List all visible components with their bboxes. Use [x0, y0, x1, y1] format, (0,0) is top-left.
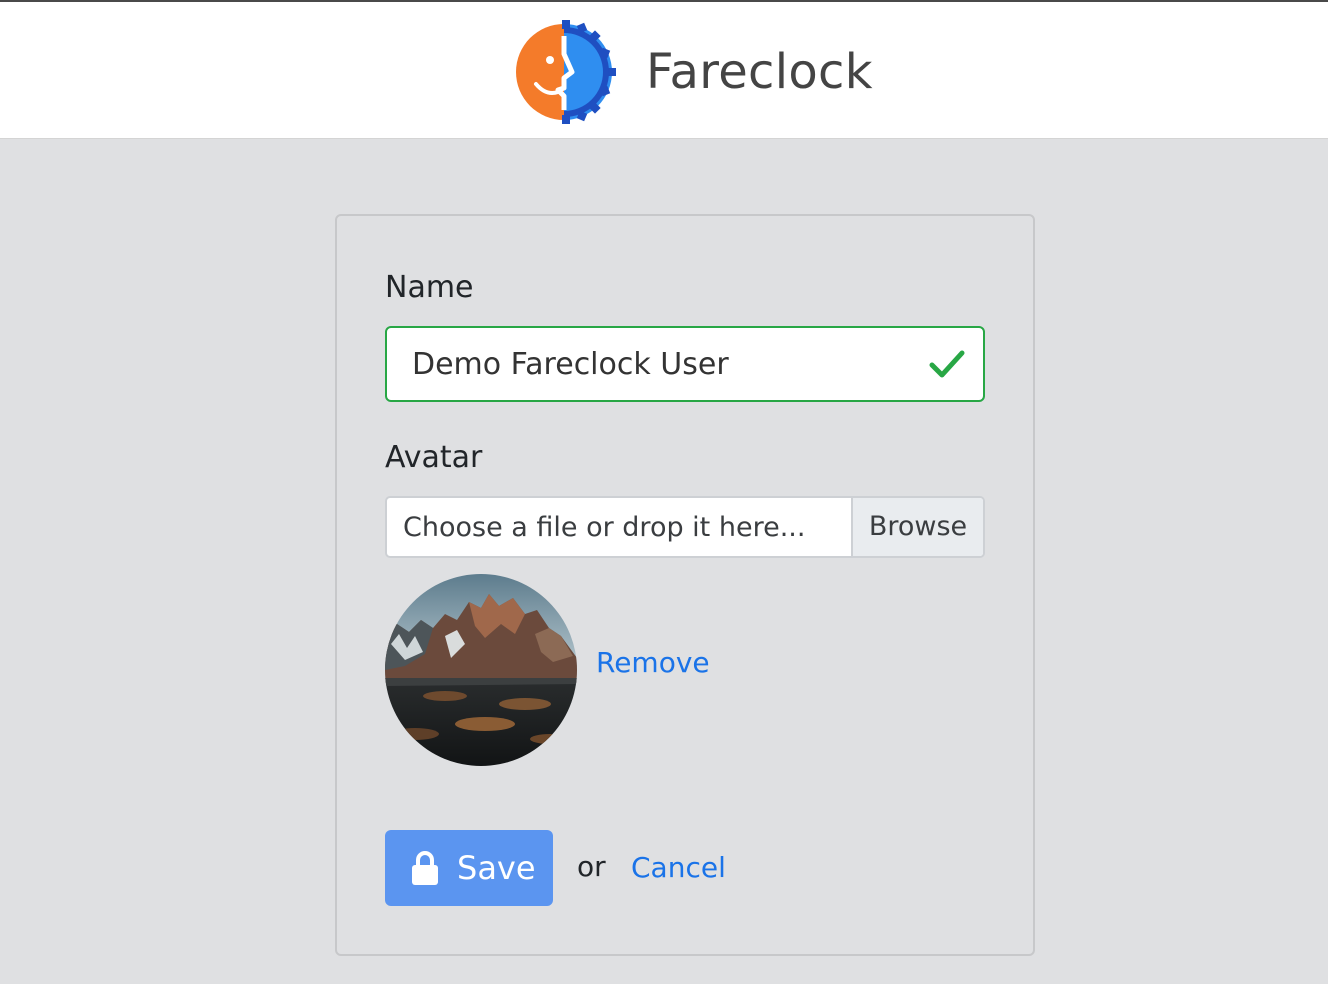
avatar-file-input[interactable]: Choose a file or drop it here... Browse [385, 496, 985, 558]
avatar-label: Avatar [385, 440, 483, 475]
lock-icon [412, 851, 438, 885]
save-button[interactable]: Save [385, 830, 553, 906]
browse-button[interactable]: Browse [851, 498, 983, 556]
name-input[interactable]: Demo Fareclock User [385, 326, 985, 402]
brand-name: Fareclock [646, 44, 873, 100]
fareclock-logo-icon[interactable] [512, 20, 616, 124]
or-text: or [577, 850, 606, 883]
avatar-preview-image [385, 574, 577, 766]
top-header: Fareclock [0, 0, 1328, 139]
cancel-link[interactable]: Cancel [631, 851, 726, 885]
save-button-label: Save [457, 849, 536, 887]
name-label: Name [385, 270, 474, 305]
file-input-placeholder: Choose a file or drop it here... [403, 512, 806, 543]
check-icon [929, 350, 965, 378]
remove-avatar-link[interactable]: Remove [596, 646, 710, 680]
name-input-value: Demo Fareclock User [412, 347, 729, 382]
